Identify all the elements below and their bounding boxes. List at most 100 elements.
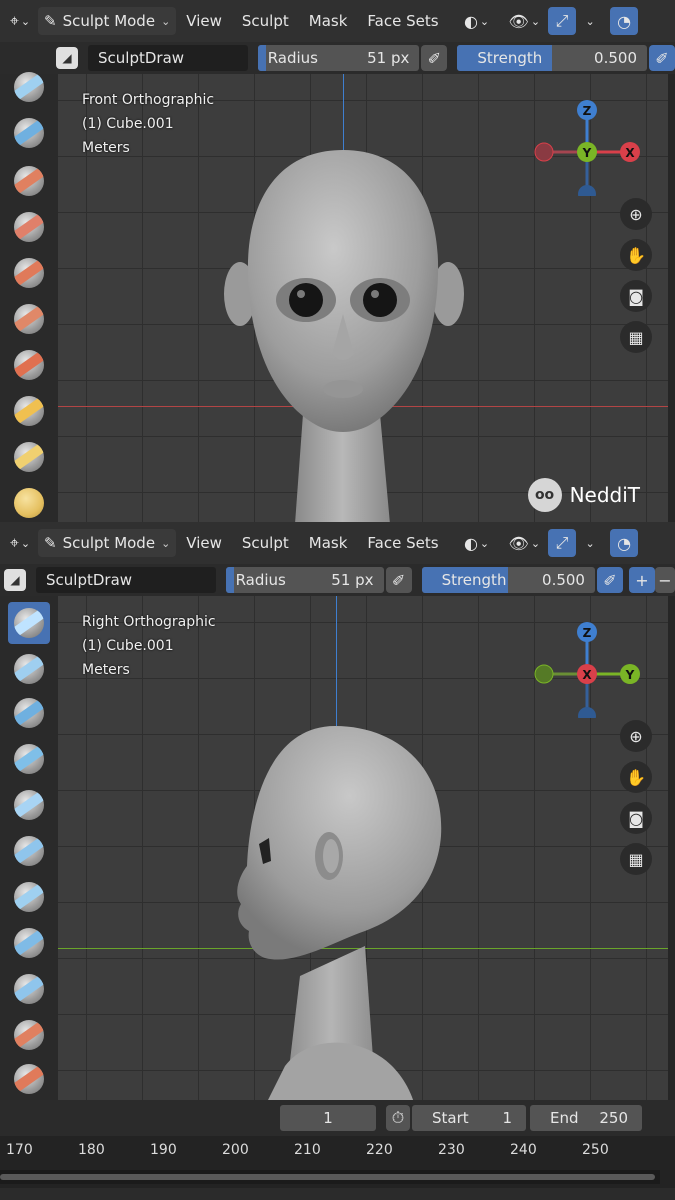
symmetry-icon[interactable]: ⤢ — [548, 7, 577, 35]
ruler-tick: 230 — [438, 1142, 465, 1158]
pen-pressure-icon[interactable]: ✐ — [649, 45, 675, 71]
chevron-down-icon: ⌄ — [161, 536, 171, 550]
radius-label: Radius — [235, 571, 286, 589]
brush-tool-pinch[interactable] — [8, 390, 50, 432]
chevron-down-icon[interactable]: ⌄ — [576, 7, 604, 35]
pen-pressure-icon[interactable]: ✐ — [596, 567, 623, 593]
brush-tool-scrape[interactable] — [8, 344, 50, 386]
menu-face-sets[interactable]: Face Sets — [357, 534, 448, 552]
subtract-icon[interactable]: − — [654, 567, 675, 593]
strength-slider[interactable]: Strength 0.500 — [421, 567, 595, 593]
brush-name: SculptDraw — [46, 571, 133, 589]
brush-preview-icon[interactable]: ◢ — [56, 47, 78, 69]
camera-icon[interactable]: ◙ — [620, 802, 652, 834]
top-3d-viewport-area: ⌖ ⌄ ✎ Sculpt Mode ⌄ View Sculpt Mask Face… — [0, 0, 675, 522]
brush-tool-draw[interactable] — [8, 602, 50, 644]
ruler-tick: 250 — [582, 1142, 609, 1158]
visibility-eye-icon[interactable]: 👁 ⌄ — [509, 529, 541, 557]
pen-pressure-icon[interactable]: ✐ — [385, 567, 412, 593]
brush-tool-blob[interactable] — [8, 876, 50, 918]
brush-tool-crease[interactable] — [8, 922, 50, 964]
ruler-tick: 200 — [222, 1142, 249, 1158]
brush-preview-icon[interactable]: ◢ — [4, 569, 26, 591]
timeline-scrollbar[interactable] — [0, 1174, 655, 1180]
brush-tool-clay[interactable] — [8, 112, 50, 154]
brush-tool-draw-sharp[interactable] — [8, 648, 50, 690]
viewport-right[interactable]: Right Orthographic (1) Cube.001 Meters Z… — [0, 596, 668, 1100]
pan-hand-icon[interactable]: ✋ — [620, 239, 652, 271]
ruler-tick: 170 — [6, 1142, 33, 1158]
shading-icon[interactable]: ◐ ⌄ — [463, 529, 491, 557]
status-bar — [0, 1188, 675, 1200]
brush-toolbar — [0, 596, 58, 1100]
menu-mask[interactable]: Mask — [299, 534, 358, 552]
brush-tool-flatten[interactable] — [8, 252, 50, 294]
menu-sculpt[interactable]: Sculpt — [232, 12, 299, 30]
chevron-down-icon[interactable]: ⌄ — [576, 529, 604, 557]
brush-tool-clay-strips[interactable] — [8, 692, 50, 734]
mode-dropdown[interactable]: ✎ Sculpt Mode ⌄ — [38, 7, 177, 35]
menu-mask[interactable]: Mask — [299, 12, 358, 30]
pen-pressure-icon[interactable]: ✐ — [421, 45, 448, 71]
brush-tool-crease[interactable] — [8, 160, 50, 202]
tool-settings-bar: ◢ SculptDraw Radius 51 px ✐ Strength 0.5… — [0, 564, 675, 596]
ruler-tick: 220 — [366, 1142, 393, 1158]
brush-tool-flatten[interactable] — [8, 1014, 50, 1056]
add-icon[interactable]: + — [628, 567, 655, 593]
z-axis-line — [336, 596, 337, 726]
grid-icon[interactable]: ▦ — [620, 843, 652, 875]
radius-value: 51 px — [331, 571, 374, 589]
current-frame-value: 1 — [323, 1109, 333, 1127]
editor-type-button[interactable]: ⌖ ⌄ — [6, 529, 34, 557]
brush-tool-fill[interactable] — [8, 298, 50, 340]
brush-tool-inflate[interactable] — [8, 830, 50, 872]
brush-tool-grab[interactable] — [8, 436, 50, 478]
brush-name-field[interactable]: SculptDraw — [36, 567, 216, 593]
brush-tool-smooth[interactable] — [8, 968, 50, 1010]
visibility-eye-icon[interactable]: 👁 ⌄ — [509, 7, 541, 35]
menu-face-sets[interactable]: Face Sets — [357, 12, 448, 30]
brush-tool-clay[interactable] — [8, 738, 50, 780]
shading-icon[interactable]: ◐ ⌄ — [463, 7, 491, 35]
menu-view[interactable]: View — [176, 12, 232, 30]
grid-icon[interactable]: ▦ — [620, 321, 652, 353]
gizmo-x-label: X — [625, 146, 635, 160]
brush-name-field[interactable]: SculptDraw — [88, 45, 248, 71]
head-model-front — [224, 150, 464, 522]
radius-label: Radius — [267, 49, 318, 67]
brush-tool-layer[interactable] — [8, 784, 50, 826]
navigation-gizmo[interactable]: Z Y X — [534, 608, 644, 718]
zoom-icon[interactable]: ⊕ — [620, 198, 652, 230]
end-label: End — [550, 1109, 579, 1127]
start-frame-field[interactable]: Start 1 — [412, 1105, 526, 1131]
pan-hand-icon[interactable]: ✋ — [620, 761, 652, 793]
mode-dropdown[interactable]: ✎ Sculpt Mode ⌄ — [38, 529, 177, 557]
menu-view[interactable]: View — [176, 534, 232, 552]
current-frame-field[interactable]: 1 — [280, 1105, 376, 1131]
end-value: 250 — [599, 1109, 628, 1127]
navigation-buttons: ⊕ ✋ ◙ ▦ — [620, 720, 652, 884]
overlay-icon[interactable]: ◔ — [610, 529, 639, 557]
end-frame-field[interactable]: End 250 — [530, 1105, 642, 1131]
navigation-gizmo[interactable]: Z X Y — [534, 86, 644, 196]
stopwatch-icon[interactable]: ⏱ — [386, 1105, 410, 1131]
brush-tool-smooth[interactable] — [8, 206, 50, 248]
strength-slider[interactable]: Strength 0.500 — [457, 45, 647, 71]
editor-type-button[interactable]: ⌖ ⌄ — [6, 7, 34, 35]
symmetry-icon[interactable]: ⤢ — [548, 529, 577, 557]
camera-icon[interactable]: ◙ — [620, 280, 652, 312]
viewport-header: ⌖ ⌄ ✎ Sculpt Mode ⌄ View Sculpt Mask Face… — [0, 522, 675, 564]
radius-slider[interactable]: Radius 51 px — [257, 45, 420, 71]
brush-tool-draw[interactable] — [8, 66, 50, 108]
radius-slider[interactable]: Radius 51 px — [225, 567, 384, 593]
viewport-right-edge — [668, 596, 675, 1100]
brush-tool-snake-hook[interactable] — [8, 482, 50, 522]
frame-ruler[interactable]: 170 180 190 200 210 220 230 240 250 — [0, 1136, 675, 1170]
brush-tool-fill[interactable] — [8, 1058, 50, 1100]
ruler-tick: 210 — [294, 1142, 321, 1158]
overlay-icon[interactable]: ◔ — [610, 7, 639, 35]
brush-name: SculptDraw — [98, 49, 185, 67]
zoom-icon[interactable]: ⊕ — [620, 720, 652, 752]
viewport-front[interactable]: Front Orthographic (1) Cube.001 Meters Z… — [0, 74, 668, 522]
menu-sculpt[interactable]: Sculpt — [232, 534, 299, 552]
